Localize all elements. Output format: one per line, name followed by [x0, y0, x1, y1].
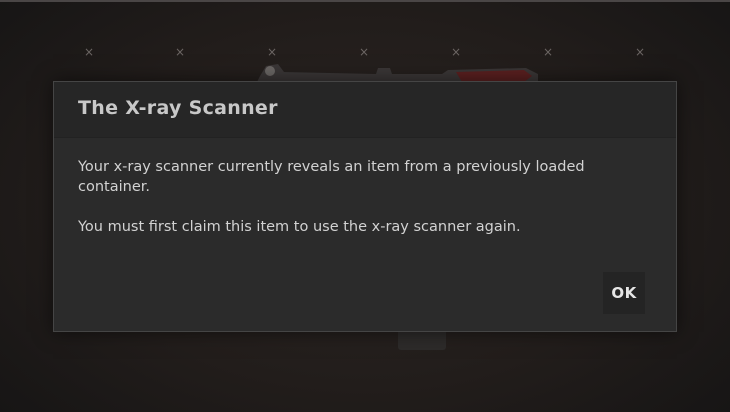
weapon-grip: [398, 330, 446, 350]
grid-mark: ×: [266, 45, 278, 59]
dialog-message: Your x-ray scanner currently reveals an …: [78, 159, 585, 195]
window-top-edge: [0, 0, 730, 2]
dialog-header: The X-ray Scanner: [54, 82, 676, 138]
dialog-message: You must first claim this item to use th…: [78, 219, 521, 235]
ok-button[interactable]: OK: [603, 272, 645, 314]
dialog-title: The X-ray Scanner: [78, 97, 278, 119]
dialog-body: Your x-ray scanner currently reveals an …: [78, 157, 648, 257]
grid-mark: ×: [358, 45, 370, 59]
grid-mark: ×: [542, 45, 554, 59]
grid-mark: ×: [634, 45, 646, 59]
grid-mark: ×: [450, 45, 462, 59]
grid-mark: ×: [83, 45, 95, 59]
xray-scanner-dialog: The X-ray Scanner Your x-ray scanner cur…: [53, 81, 677, 332]
grid-mark: ×: [174, 45, 186, 59]
